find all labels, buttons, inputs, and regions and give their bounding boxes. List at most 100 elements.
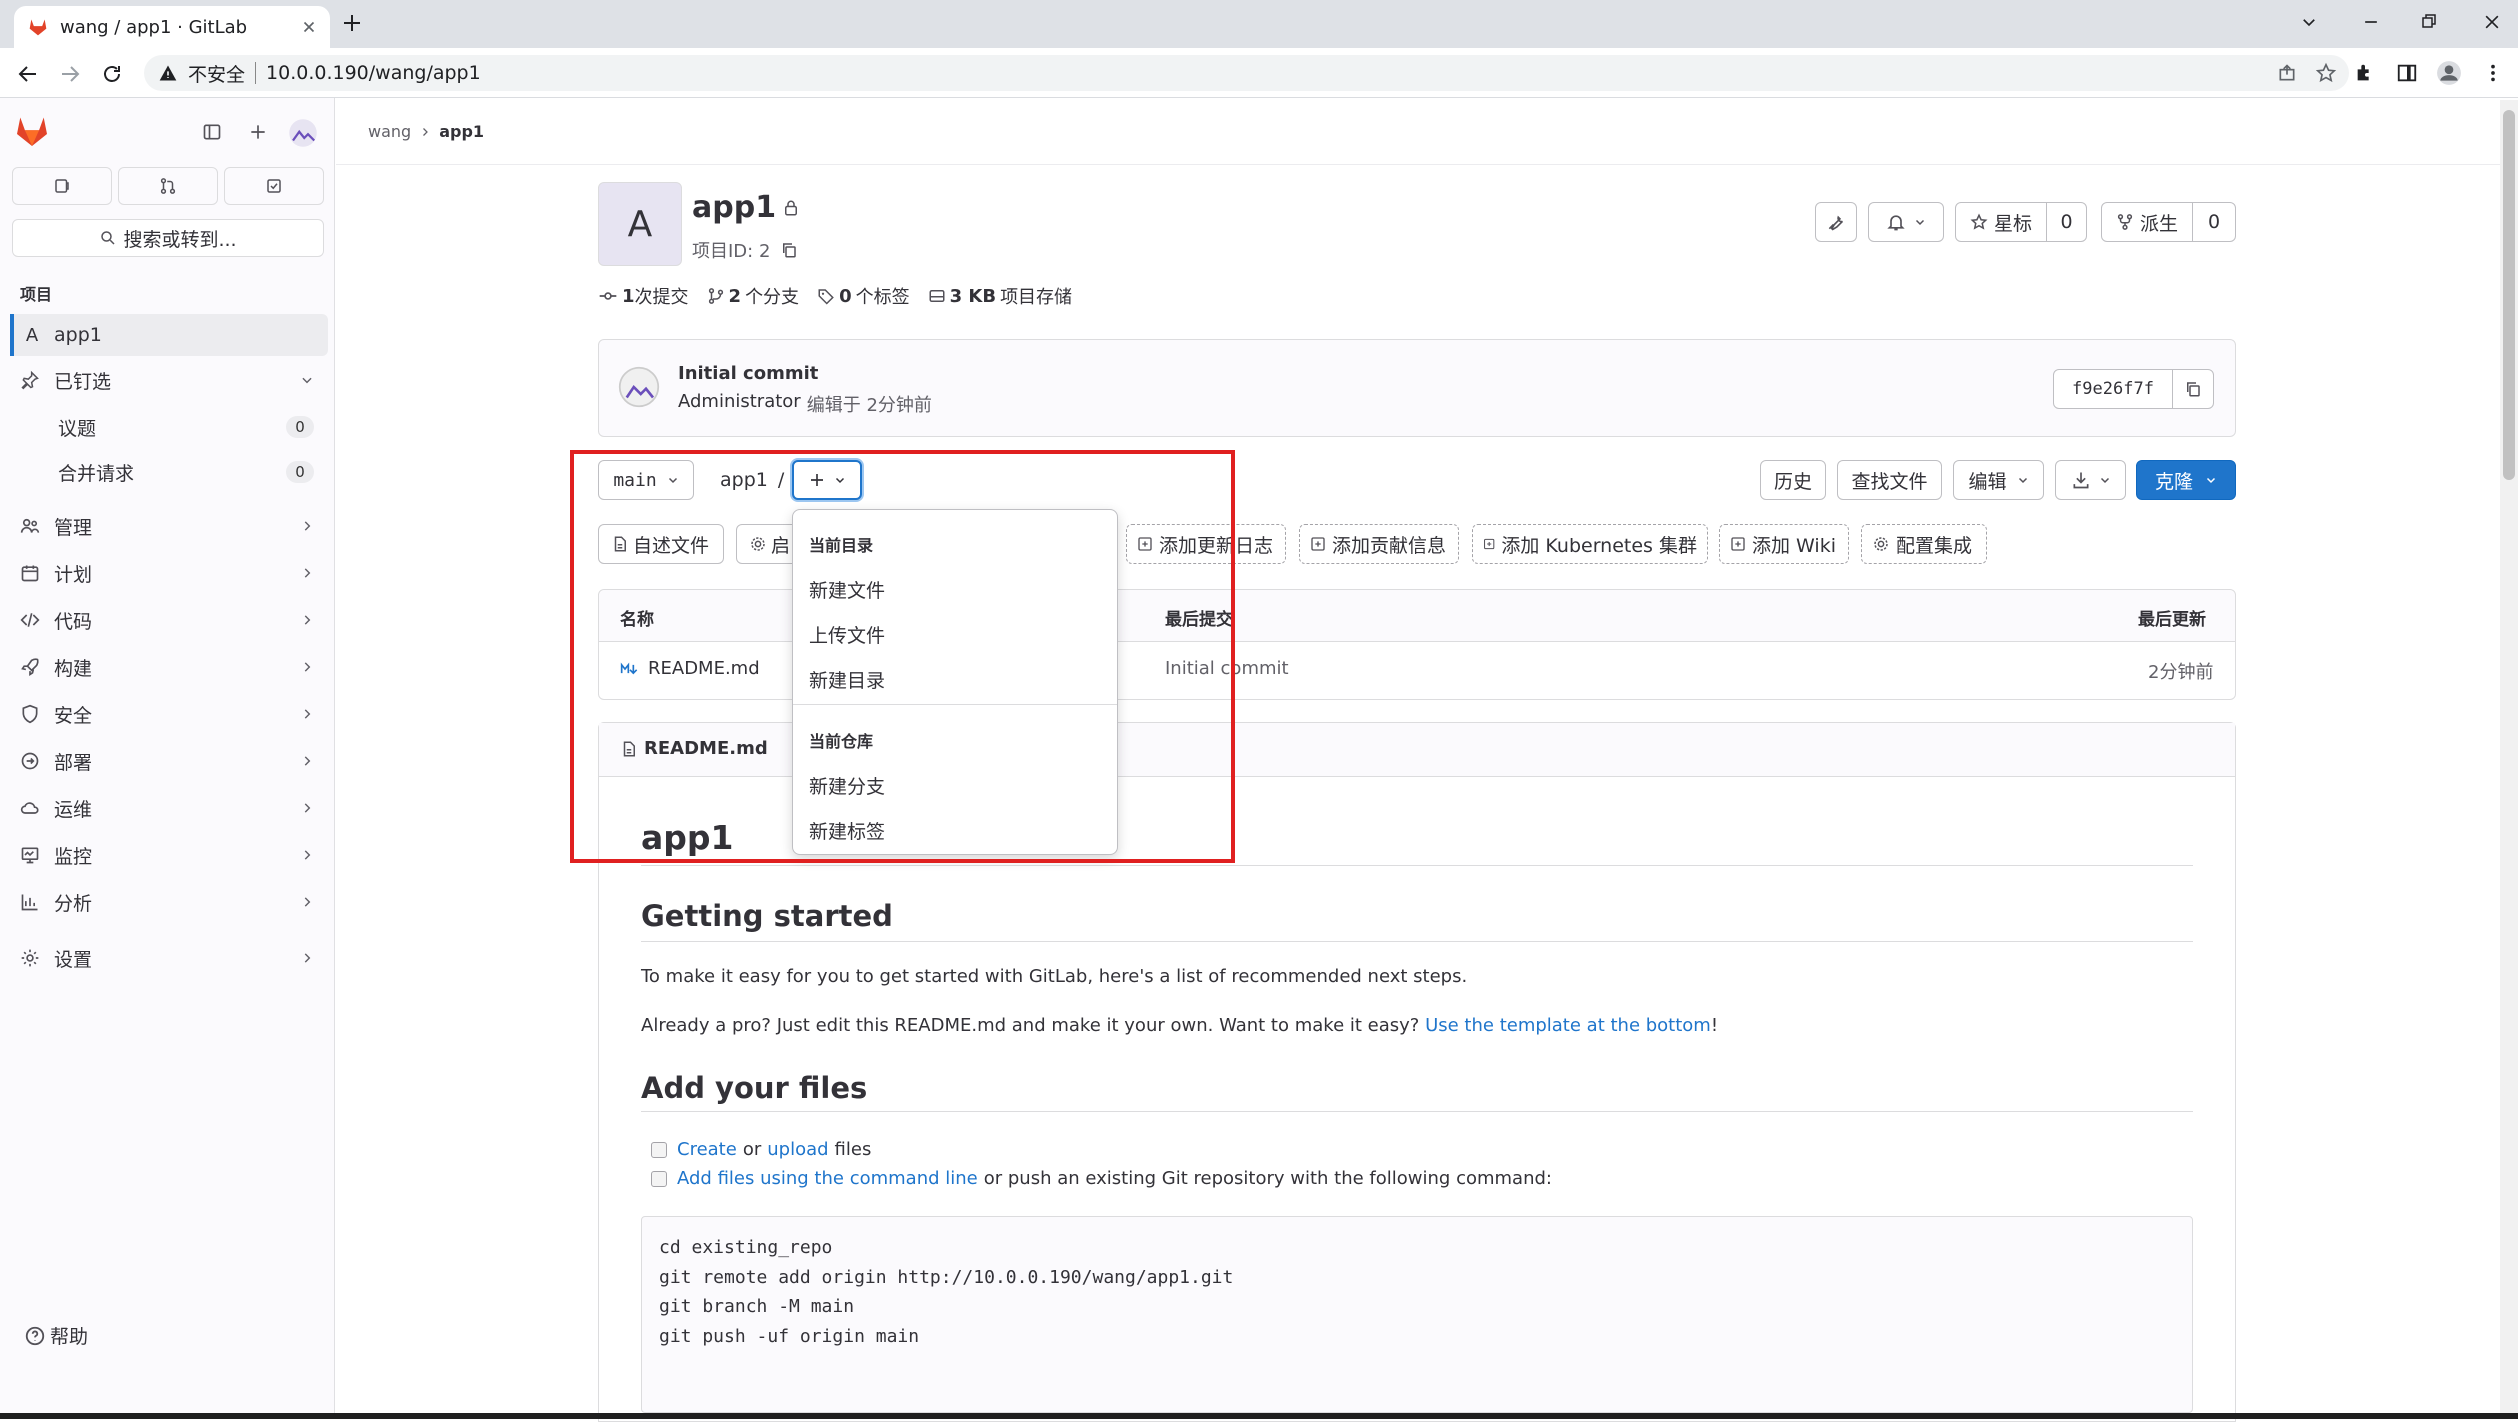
stat-tags-value[interactable]: 0 bbox=[839, 286, 852, 307]
sidebar-item-code[interactable]: 代码 bbox=[10, 599, 328, 641]
code-line: git branch -M main bbox=[659, 1296, 855, 1317]
copy-icon[interactable] bbox=[780, 241, 798, 259]
merge-requests-shortcut[interactable] bbox=[118, 167, 218, 205]
sidebar-item-plan[interactable]: 计划 bbox=[10, 552, 328, 594]
sidebar-item-settings[interactable]: 设置 bbox=[10, 937, 328, 979]
url-divider bbox=[255, 62, 257, 84]
new-tab-icon[interactable] bbox=[340, 11, 364, 35]
help-button[interactable]: 帮助 bbox=[24, 1322, 88, 1349]
sidebar-item-label: 安全 bbox=[54, 704, 93, 727]
add-wiki-button[interactable]: 添加 Wiki bbox=[1719, 524, 1849, 564]
tab-search-icon[interactable] bbox=[2300, 13, 2318, 31]
history-button[interactable]: 历史 bbox=[1760, 460, 1826, 500]
project-name: app1 bbox=[692, 190, 777, 225]
settings-button[interactable] bbox=[1815, 202, 1857, 242]
breadcrumb-current[interactable]: app1 bbox=[439, 122, 484, 141]
clone-button[interactable]: 克隆 bbox=[2136, 460, 2236, 500]
browser-menu-icon[interactable] bbox=[2482, 62, 2504, 84]
download-button[interactable] bbox=[2055, 460, 2126, 500]
star-button[interactable]: 星标 bbox=[1955, 202, 2047, 242]
profile-icon[interactable] bbox=[2436, 60, 2462, 86]
sidebar-item-project[interactable]: A app1 bbox=[10, 314, 328, 356]
sidebar-item-deploy[interactable]: 部署 bbox=[10, 740, 328, 782]
commit-sha[interactable]: f9e26f7f bbox=[2053, 369, 2173, 409]
sidebar-item-monitor[interactable]: 监控 bbox=[10, 834, 328, 876]
template-link[interactable]: Use the template at the bottom bbox=[1425, 1015, 1711, 1036]
search-label: 搜索或转到... bbox=[123, 228, 237, 251]
stat-tags-label[interactable]: 个标签 bbox=[856, 283, 910, 309]
sidebar-item-issues[interactable]: 议题 0 bbox=[10, 406, 328, 448]
sidebar-item-operate[interactable]: 运维 bbox=[10, 787, 328, 829]
sidebar-item-label: 监控 bbox=[54, 845, 93, 868]
sidebar-item-build[interactable]: 构建 bbox=[10, 646, 328, 688]
p2-post: ! bbox=[1710, 1015, 1719, 1036]
fork-button[interactable]: 派生 bbox=[2101, 202, 2193, 242]
close-window-icon[interactable] bbox=[2482, 12, 2502, 32]
stat-storage-value[interactable]: 3 KB bbox=[950, 286, 996, 307]
clone-label: 克隆 bbox=[2154, 470, 2193, 493]
task-checkbox[interactable] bbox=[651, 1141, 667, 1158]
code-block[interactable]: cd existing_repo git remote add origin h… bbox=[641, 1216, 2193, 1413]
restore-icon[interactable] bbox=[2420, 12, 2438, 30]
configure-integrations-button[interactable]: 配置集成 bbox=[1861, 524, 1987, 564]
sidebar-item-label: 部署 bbox=[54, 751, 93, 774]
issues-shortcut[interactable] bbox=[12, 167, 112, 205]
command-line-link[interactable]: Add files using the command line bbox=[677, 1168, 978, 1189]
stat-branches-value[interactable]: 2 bbox=[729, 286, 742, 307]
collapse-sidebar-icon[interactable] bbox=[202, 122, 222, 142]
find-file-button[interactable]: 查找文件 bbox=[1837, 460, 1942, 500]
create-new-icon[interactable] bbox=[248, 122, 268, 142]
upload-link[interactable]: upload bbox=[767, 1139, 828, 1160]
commit-meta: Administrator 编辑于 2分钟前 bbox=[678, 391, 932, 417]
scrollbar-thumb[interactable] bbox=[2503, 110, 2515, 480]
plus-square-icon bbox=[1730, 536, 1746, 552]
page-header-divider bbox=[336, 164, 2500, 165]
sidebar-item-manage[interactable]: 管理 bbox=[10, 505, 328, 547]
sidebar-item-label: 分析 bbox=[54, 892, 93, 915]
share-icon[interactable] bbox=[2277, 63, 2297, 83]
close-tab-icon[interactable] bbox=[300, 18, 318, 36]
minimize-icon[interactable] bbox=[2361, 12, 2381, 32]
bookmark-star-icon[interactable] bbox=[2315, 62, 2337, 84]
commit-title[interactable]: Initial commit bbox=[678, 363, 818, 384]
p2-text: Already a pro? Just edit this README.md … bbox=[641, 1015, 1420, 1036]
add-contributing-button[interactable]: 添加贡献信息 bbox=[1299, 524, 1459, 564]
gitlab-logo-icon[interactable] bbox=[14, 113, 50, 149]
side-panel-icon[interactable] bbox=[2396, 62, 2418, 84]
h2-rule bbox=[641, 941, 2193, 942]
stat-commits-label[interactable]: 次提交 bbox=[635, 283, 689, 309]
user-avatar-icon[interactable] bbox=[288, 118, 318, 148]
search-button[interactable]: 搜索或转到... bbox=[12, 219, 324, 257]
star-count[interactable]: 0 bbox=[2046, 202, 2087, 242]
chevron-right-icon bbox=[300, 895, 314, 909]
copy-sha-button[interactable] bbox=[2172, 369, 2214, 409]
sidebar-item-label: 构建 bbox=[54, 657, 93, 680]
stat-commits-value[interactable]: 1 bbox=[622, 286, 635, 307]
browser-tab[interactable]: wang / app1 · GitLab bbox=[14, 6, 330, 48]
forward-icon[interactable] bbox=[58, 62, 82, 86]
sidebar-item-pinned[interactable]: 已钉选 bbox=[10, 359, 328, 401]
todo-shortcut[interactable] bbox=[224, 167, 324, 205]
sidebar-item-secure[interactable]: 安全 bbox=[10, 693, 328, 735]
readme-paragraph-2: Already a pro? Just edit this README.md … bbox=[641, 1015, 1718, 1036]
extensions-icon[interactable] bbox=[2354, 62, 2376, 84]
commit-author[interactable]: Administrator bbox=[678, 391, 801, 417]
task-text: files bbox=[834, 1139, 872, 1160]
notifications-button[interactable] bbox=[1868, 202, 1944, 242]
task-checkbox[interactable] bbox=[651, 1170, 667, 1187]
edit-button[interactable]: 编辑 bbox=[1953, 460, 2044, 500]
pinned-label: 已钉选 bbox=[54, 370, 112, 393]
address-bar[interactable]: 不安全 10.0.0.190/wang/app1 bbox=[144, 55, 2349, 91]
breadcrumb-parent[interactable]: wang bbox=[368, 122, 411, 141]
fork-count[interactable]: 0 bbox=[2192, 202, 2236, 242]
sidebar-item-analyze[interactable]: 分析 bbox=[10, 881, 328, 923]
back-icon[interactable] bbox=[16, 62, 40, 86]
stat-storage-label[interactable]: 项目存储 bbox=[1000, 283, 1072, 309]
add-kubernetes-button[interactable]: 添加 Kubernetes 集群 bbox=[1472, 524, 1708, 564]
chevron-right-icon bbox=[300, 801, 314, 815]
stat-branches-label[interactable]: 个分支 bbox=[745, 283, 799, 309]
search-icon bbox=[99, 229, 117, 247]
create-link[interactable]: Create bbox=[677, 1139, 737, 1160]
reload-icon[interactable] bbox=[100, 62, 124, 86]
sidebar-item-merge-requests[interactable]: 合并请求 0 bbox=[10, 451, 328, 493]
